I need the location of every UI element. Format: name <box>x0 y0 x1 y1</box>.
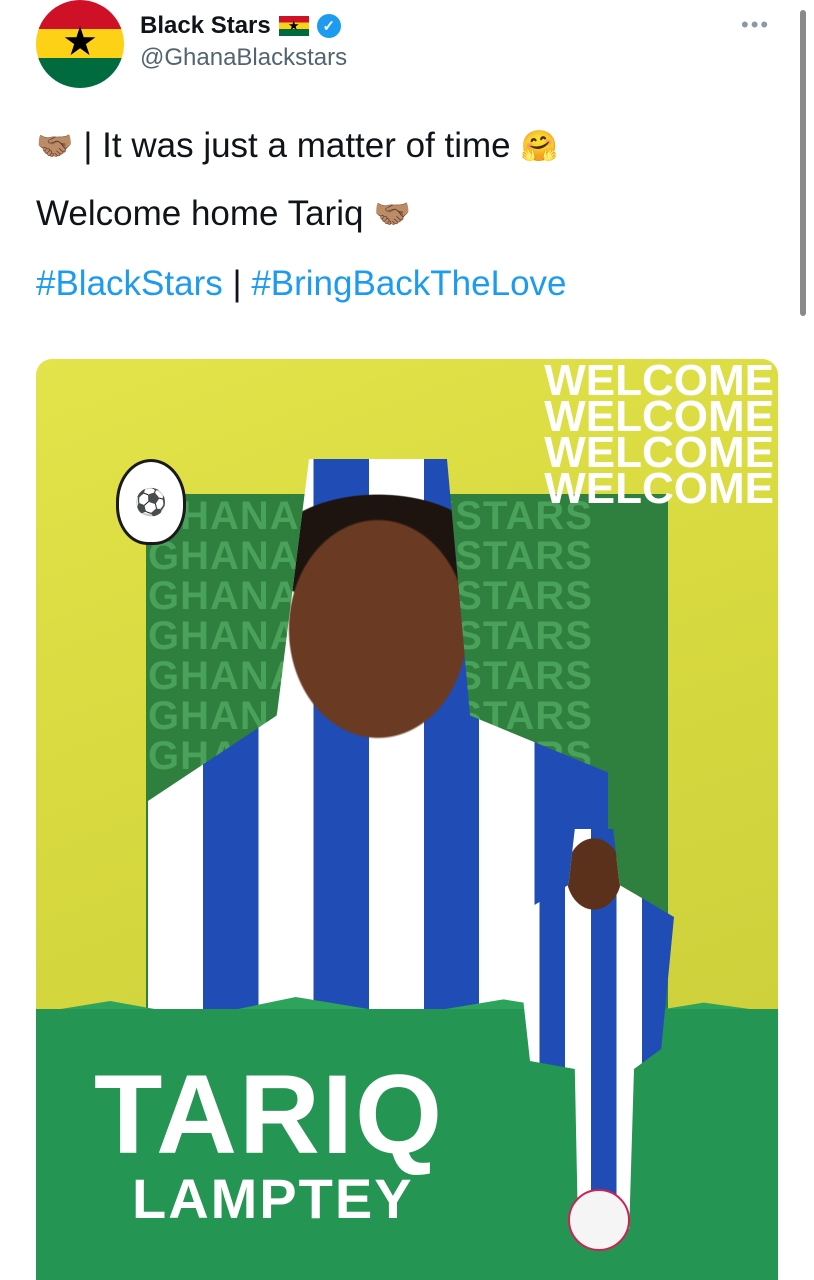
more-options-icon[interactable]: ••• <box>741 12 770 38</box>
football-icon <box>568 1189 630 1251</box>
hashtag-blackstars[interactable]: #BlackStars <box>36 264 223 303</box>
ghana-flag-icon <box>278 16 309 36</box>
gfa-crest-icon: ⚽ <box>116 459 186 545</box>
player-last-name: LAMPTEY <box>132 1167 414 1230</box>
avatar[interactable]: ★ <box>36 0 124 88</box>
hashtag-bringbackthelove[interactable]: #BringBackTheLove <box>251 264 566 303</box>
display-name[interactable]: Black Stars <box>140 12 271 40</box>
tweet-text-line-1: | It was just a matter of time <box>83 126 511 165</box>
handshake-icon: 🤝🏽 <box>373 197 411 231</box>
hashtags: #BlackStars | #BringBackTheLove <box>36 264 567 304</box>
name-row: Black Stars ✓ <box>140 12 341 40</box>
tweet-line-1: 🤝🏽 | It was just a matter of time 🤗 <box>36 126 558 166</box>
hashtag-separator: | <box>232 264 242 303</box>
handshake-icon: 🤝🏽 <box>36 129 74 163</box>
tweet-text-line-2: Welcome home Tariq <box>36 194 364 233</box>
player-first-name: TARIQ <box>94 1052 445 1177</box>
black-star-icon: ★ <box>62 20 98 64</box>
verified-badge-icon: ✓ <box>316 14 341 38</box>
scrollbar[interactable] <box>800 10 806 316</box>
user-handle[interactable]: @GhanaBlackstars <box>140 44 347 72</box>
hug-icon: 🤗 <box>520 129 558 163</box>
tweet-media-image[interactable]: GHANA BLACKSTARS GHANA BLACKSTARS GHANA … <box>36 359 778 1280</box>
tweet-line-2: Welcome home Tariq 🤝🏽 <box>36 194 411 234</box>
welcome-word: WELCOME <box>544 464 774 513</box>
welcome-stack: WELCOME WELCOME WELCOME WELCOME <box>506 359 774 513</box>
